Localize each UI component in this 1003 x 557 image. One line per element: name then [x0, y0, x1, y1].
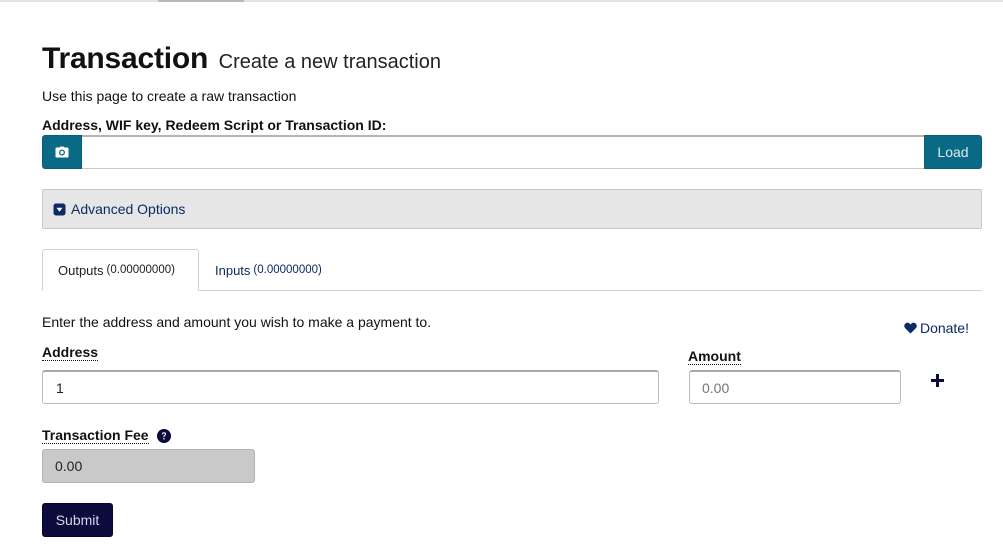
- top-border-mark: [158, 0, 244, 2]
- page-intro: Use this page to create a raw transactio…: [42, 88, 297, 104]
- donate-link[interactable]: Donate!: [904, 320, 969, 336]
- load-input[interactable]: [82, 135, 924, 169]
- tab-inputs-amount: (0.00000000): [253, 264, 322, 276]
- donate-label: Donate!: [919, 320, 969, 336]
- tab-inputs-label: Inputs: [215, 262, 251, 278]
- load-input-group: Load: [42, 135, 982, 169]
- scan-qr-button[interactable]: [42, 135, 82, 169]
- submit-button[interactable]: Submit: [42, 503, 113, 537]
- outputs-intro: Enter the address and amount you wish to…: [42, 314, 432, 330]
- load-button[interactable]: Load: [924, 135, 982, 169]
- question-circle-icon[interactable]: [156, 428, 171, 443]
- page-title: Transaction: [42, 42, 209, 75]
- transaction-fee-input[interactable]: [42, 449, 255, 483]
- page-header: Transaction Create a new transaction: [42, 42, 441, 76]
- tab-outputs[interactable]: Outputs (0.00000000): [42, 249, 199, 291]
- caret-square-down-icon: [53, 203, 66, 216]
- tab-bar: Outputs (0.00000000) Inputs (0.00000000): [42, 249, 982, 291]
- tab-outputs-amount: (0.00000000): [106, 264, 175, 276]
- transaction-fee-label: Transaction Fee: [42, 427, 149, 444]
- address-input[interactable]: [42, 370, 659, 404]
- plus-icon: [930, 373, 944, 387]
- advanced-options-label: Advanced Options: [71, 201, 186, 217]
- add-output-button[interactable]: [926, 369, 948, 391]
- camera-icon: [55, 146, 69, 158]
- load-field-label: Address, WIF key, Redeem Script or Trans…: [42, 117, 387, 133]
- heart-icon: [904, 322, 920, 334]
- page-subtitle: Create a new transaction: [218, 51, 441, 73]
- tab-inputs[interactable]: Inputs (0.00000000): [215, 249, 322, 291]
- tab-outputs-label: Outputs: [58, 262, 104, 278]
- amount-label: Amount: [688, 348, 741, 365]
- advanced-options-toggle[interactable]: Advanced Options: [42, 189, 982, 229]
- top-border: [0, 0, 1003, 2]
- amount-input[interactable]: [689, 370, 901, 404]
- address-label: Address: [42, 344, 99, 361]
- transaction-fee-label-row: Transaction Fee: [42, 427, 171, 444]
